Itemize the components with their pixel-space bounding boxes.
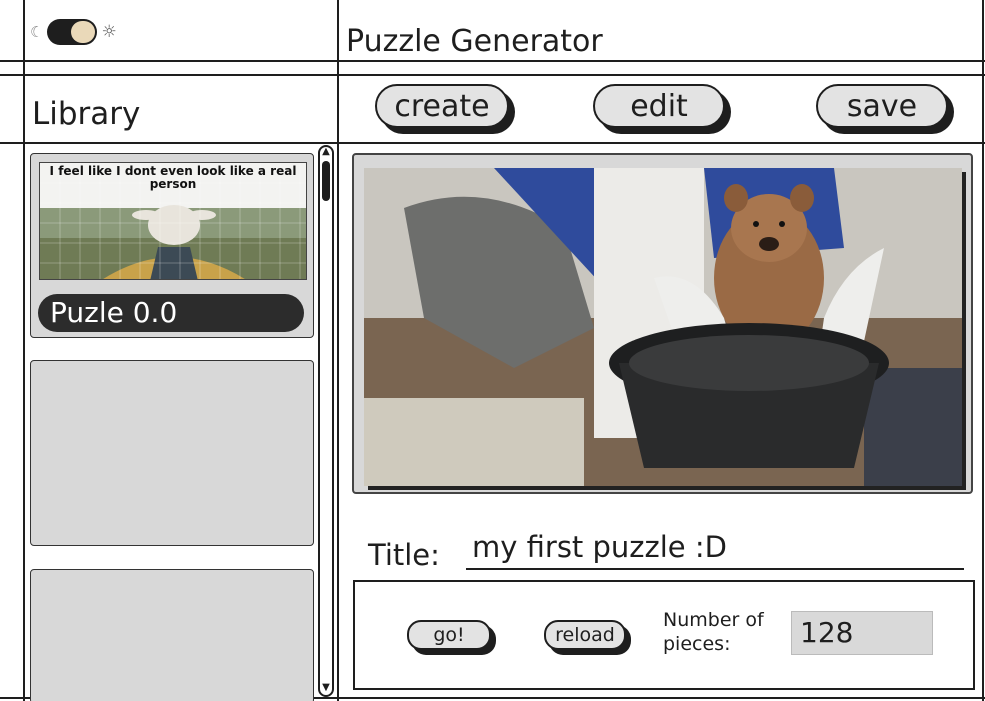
frame-line (0, 142, 985, 144)
library-card[interactable] (30, 569, 314, 701)
puzzle-thumbnail: I feel like I dont even look like a real… (39, 162, 307, 280)
scroll-thumb[interactable] (322, 161, 330, 201)
scroll-up-icon[interactable]: ▲ (320, 147, 332, 157)
app-title: Puzzle Generator (346, 24, 603, 59)
reload-button[interactable]: reload (544, 620, 626, 650)
frame-line (337, 0, 339, 701)
frame-line (23, 0, 25, 701)
create-button[interactable]: create (375, 84, 509, 128)
frame-line (0, 60, 985, 62)
go-button[interactable]: go! (407, 620, 491, 650)
library-item-label[interactable]: Puzle 0.0 (38, 294, 304, 332)
library-card[interactable] (30, 360, 314, 546)
title-input[interactable]: my first puzzle :D (466, 530, 964, 570)
pieces-label-line1: Number of (663, 609, 764, 631)
moon-icon: ☾ (30, 23, 44, 41)
library-list: I feel like I dont even look like a real… (30, 150, 316, 701)
preview-art (364, 168, 962, 486)
save-button[interactable]: save (816, 84, 948, 128)
library-card[interactable]: I feel like I dont even look like a real… (30, 153, 314, 338)
edit-button[interactable]: edit (593, 84, 725, 128)
puzzle-image (364, 168, 962, 486)
pieces-label-line2: pieces: (663, 633, 731, 655)
toggle-switch[interactable] (47, 19, 98, 45)
scroll-down-icon[interactable]: ▼ (320, 683, 332, 693)
library-heading: Library (32, 96, 141, 132)
frame-line (0, 74, 985, 76)
title-label: Title: (368, 538, 440, 572)
toggle-knob (71, 21, 96, 43)
thumbnail-caption: I feel like I dont even look like a real… (49, 164, 297, 191)
theme-toggle[interactable]: ☾ ☼ (30, 16, 134, 48)
image-preview-frame (352, 153, 973, 494)
controls-panel: go! reload Number of pieces: 128 (353, 580, 975, 690)
library-scrollbar[interactable]: ▲ ▼ (318, 145, 334, 697)
pieces-input[interactable]: 128 (791, 611, 933, 655)
sun-icon: ☼ (101, 22, 117, 42)
pieces-label: Number of pieces: (663, 608, 764, 656)
frame-line (982, 0, 984, 701)
